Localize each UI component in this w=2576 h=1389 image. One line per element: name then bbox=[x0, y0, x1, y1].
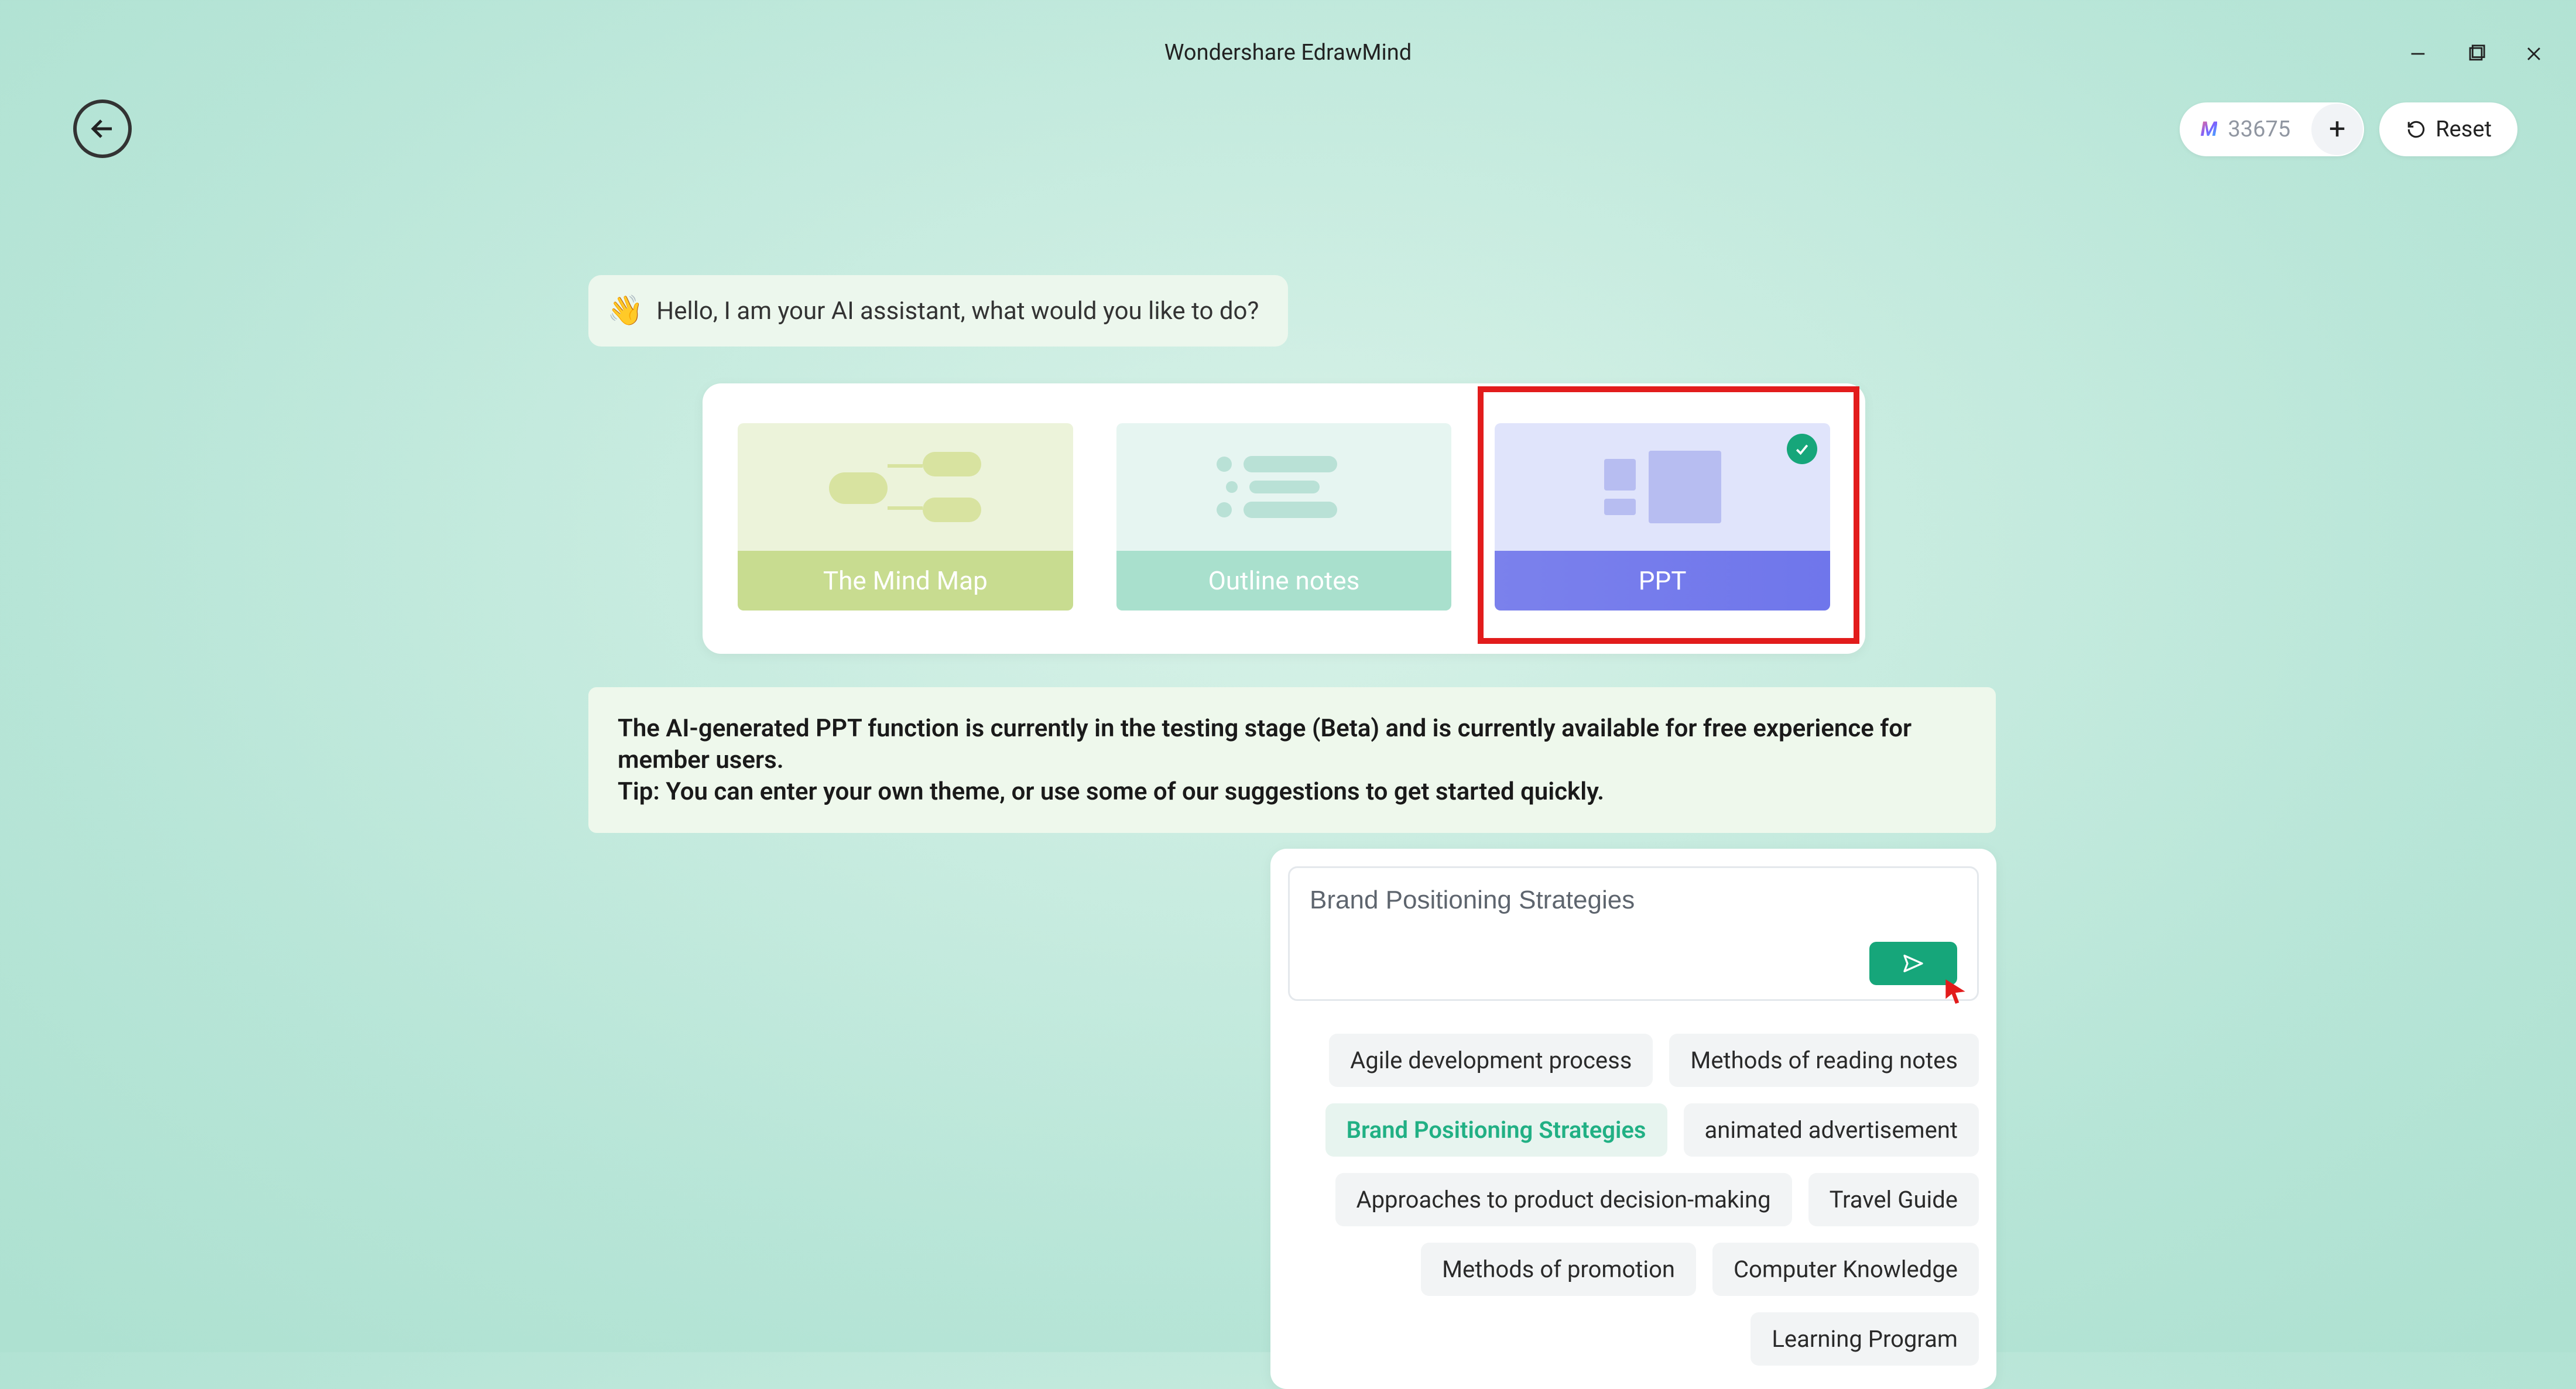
reset-button[interactable]: Reset bbox=[2379, 102, 2517, 156]
info-banner: The AI-generated PPT function is current… bbox=[588, 687, 1996, 833]
minimize-icon[interactable] bbox=[2405, 41, 2431, 67]
sparkle-icon: M bbox=[2201, 118, 2218, 141]
arrow-left-icon bbox=[88, 115, 117, 143]
suggestion-chip[interactable]: Approaches to product decision-making bbox=[1335, 1173, 1792, 1226]
assistant-greeting: 👋 Hello, I am your AI assistant, what wo… bbox=[588, 275, 1288, 347]
send-icon bbox=[1902, 952, 1925, 975]
greeting-text: Hello, I am your AI assistant, what woul… bbox=[656, 297, 1259, 325]
prompt-panel: Agile development process Methods of rea… bbox=[1270, 849, 1996, 1389]
info-line-2: Tip: You can enter your own theme, or us… bbox=[618, 776, 1967, 808]
back-button[interactable] bbox=[73, 100, 132, 158]
refresh-icon bbox=[2405, 118, 2427, 140]
suggestion-list: Agile development process Methods of rea… bbox=[1288, 1034, 1979, 1366]
suggestion-chip[interactable]: Learning Program bbox=[1751, 1312, 1979, 1366]
suggestion-chip[interactable]: Travel Guide bbox=[1808, 1173, 1979, 1226]
check-icon bbox=[1787, 434, 1817, 464]
option-label: The Mind Map bbox=[738, 551, 1073, 611]
suggestion-chip[interactable]: Methods of promotion bbox=[1421, 1243, 1696, 1296]
generation-options: The Mind Map Outline notes PPT bbox=[703, 383, 1865, 654]
wave-emoji-icon: 👋 bbox=[607, 294, 643, 328]
ppt-icon bbox=[1495, 423, 1830, 551]
suggestion-chip[interactable]: Agile development process bbox=[1329, 1034, 1653, 1087]
info-line-1: The AI-generated PPT function is current… bbox=[618, 713, 1967, 776]
option-label: PPT bbox=[1495, 551, 1830, 611]
option-mind-map[interactable]: The Mind Map bbox=[738, 423, 1073, 611]
add-credits-button[interactable]: + bbox=[2311, 104, 2363, 155]
credits-pill[interactable]: M 33675 + bbox=[2180, 102, 2365, 156]
mind-map-icon bbox=[738, 423, 1073, 551]
suggestion-chip[interactable]: Methods of reading notes bbox=[1669, 1034, 1979, 1087]
suggestion-chip[interactable]: animated advertisement bbox=[1684, 1103, 1979, 1157]
option-label: Outline notes bbox=[1116, 551, 1452, 611]
suggestion-chip[interactable]: Brand Positioning Strategies bbox=[1325, 1103, 1667, 1157]
outline-icon bbox=[1116, 423, 1452, 551]
window-controls bbox=[2405, 41, 2547, 67]
close-icon[interactable] bbox=[2521, 41, 2547, 67]
option-ppt[interactable]: PPT bbox=[1495, 423, 1830, 611]
credits-value: 33675 bbox=[2228, 116, 2290, 142]
send-button[interactable] bbox=[1869, 942, 1957, 985]
maximize-icon[interactable] bbox=[2463, 41, 2489, 67]
prompt-input[interactable] bbox=[1310, 886, 1957, 915]
reset-label: Reset bbox=[2435, 116, 2492, 142]
prompt-input-wrapper bbox=[1288, 866, 1979, 1001]
header-actions: M 33675 + Reset bbox=[2180, 102, 2517, 156]
suggestion-chip[interactable]: Computer Knowledge bbox=[1712, 1243, 1979, 1296]
option-outline-notes[interactable]: Outline notes bbox=[1116, 423, 1452, 611]
window-title: Wondershare EdrawMind bbox=[0, 40, 2576, 66]
